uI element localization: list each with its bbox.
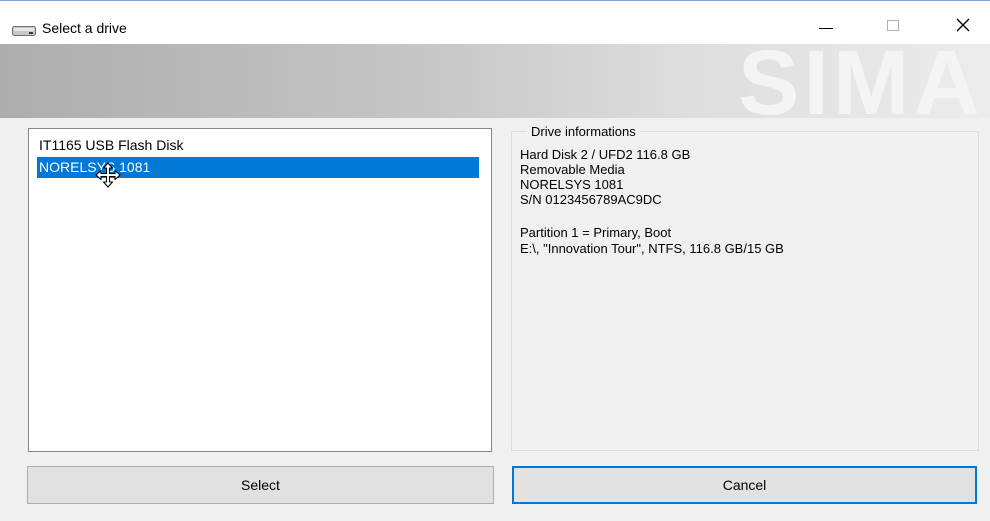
drive-info-line: E:\, "Innovation Tour", NTFS, 116.8 GB/1… — [520, 241, 784, 256]
drive-icon — [12, 26, 36, 36]
title-bar[interactable]: Select a drive — [0, 0, 990, 44]
drive-info-line: Partition 1 = Primary, Boot — [520, 225, 672, 240]
close-icon — [956, 18, 970, 32]
drive-info-legend: Drive informations — [527, 124, 640, 139]
drive-info-line: S/N 0123456789AC9DC — [520, 192, 662, 207]
header-banner: SIMA — [0, 44, 990, 118]
banner-logo: SIMA — [738, 44, 984, 118]
cancel-button[interactable]: Cancel — [512, 466, 977, 504]
drive-list-item[interactable]: IT1165 USB Flash Disk — [37, 135, 479, 156]
move-cursor-icon — [95, 162, 121, 188]
window-title: Select a drive — [42, 20, 127, 36]
maximize-icon — [887, 20, 899, 31]
select-button[interactable]: Select — [27, 466, 494, 504]
close-button[interactable] — [940, 9, 986, 39]
minimize-icon — [819, 28, 833, 29]
maximize-button[interactable] — [870, 9, 916, 39]
drive-info-line: Removable Media — [520, 162, 625, 177]
drive-item-label: IT1165 USB Flash Disk — [39, 137, 184, 153]
drive-info-line: Hard Disk 2 / UFD2 116.8 GB — [520, 147, 691, 162]
drive-info-group: Drive informations Hard Disk 2 / UFD2 11… — [511, 124, 979, 451]
drive-info-line: NORELSYS 1081 — [520, 177, 624, 192]
minimize-button[interactable] — [803, 9, 849, 39]
select-drive-window: Select a drive SIMA IT1165 USB Flash Dis… — [0, 0, 990, 521]
